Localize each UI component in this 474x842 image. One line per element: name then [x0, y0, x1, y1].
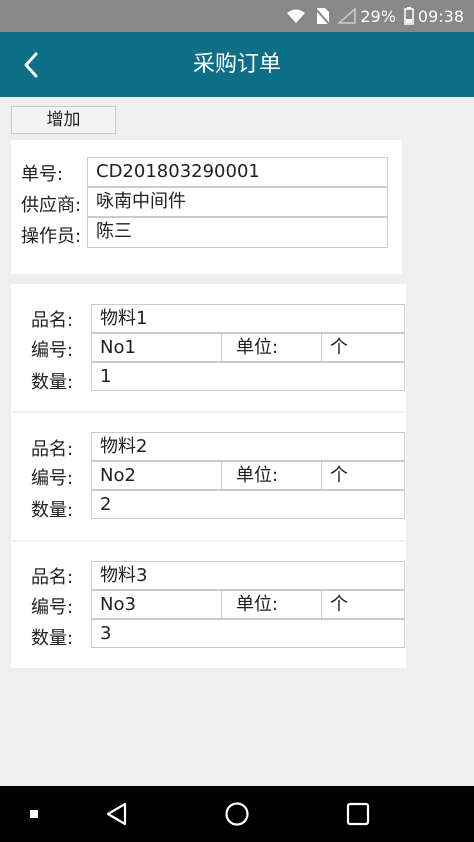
circle-home-icon [225, 802, 249, 826]
order-no-field[interactable]: CD201803290001 [87, 157, 388, 187]
item-qty-label: 数量: [31, 500, 74, 521]
order-no-label: 单号: [21, 164, 64, 185]
nav-home-button[interactable] [221, 786, 253, 842]
page-title: 采购订单 [192, 52, 281, 77]
items-list: 品名: 物料1 编号: No1 单位: 个 数量: 1 品名: 物料2 编号: … [11, 284, 406, 668]
list-item: 品名: 物料1 编号: No1 单位: 个 数量: 1 [11, 284, 406, 412]
item-unit-field[interactable]: 个 [321, 590, 405, 619]
triangle-back-icon [106, 802, 127, 826]
dot-icon [30, 810, 38, 818]
item-code-field[interactable]: No2 [91, 461, 222, 490]
operator-label: 操作员: [21, 226, 82, 247]
item-name-field[interactable]: 物料3 [91, 561, 405, 590]
no-sim-icon [314, 7, 331, 25]
menu-dot-button[interactable] [22, 786, 46, 842]
nav-recents-button[interactable] [342, 786, 374, 842]
item-code-field[interactable]: No3 [91, 590, 222, 619]
supplier-label: 供应商: [21, 195, 82, 216]
operator-field[interactable]: 陈三 [87, 217, 388, 248]
signal-icon [338, 8, 357, 24]
square-recents-icon [346, 802, 370, 826]
item-name-label: 品名: [31, 310, 74, 331]
item-name-field[interactable]: 物料1 [91, 304, 405, 333]
item-code-label: 编号: [31, 597, 74, 618]
supplier-field[interactable]: 咏南中间件 [87, 187, 388, 217]
list-item: 品名: 物料2 编号: No2 单位: 个 数量: 2 [11, 413, 406, 541]
item-code-label: 编号: [31, 340, 74, 361]
nav-back-button[interactable] [100, 786, 132, 842]
item-qty-field[interactable]: 1 [91, 362, 405, 391]
battery-percent: 29% [360, 6, 396, 26]
item-unit-label: 单位: [222, 333, 322, 362]
item-code-field[interactable]: No1 [91, 333, 222, 362]
add-button[interactable]: 增加 [11, 106, 116, 134]
system-nav-bar [0, 786, 474, 842]
item-unit-field[interactable]: 个 [321, 461, 405, 490]
clock: 09:38 [417, 6, 464, 26]
order-header-card: 单号: CD201803290001 供应商: 咏南中间件 操作员: 陈三 [11, 140, 402, 274]
item-unit-field[interactable]: 个 [321, 333, 405, 362]
battery-icon [404, 7, 414, 25]
item-unit-label: 单位: [222, 461, 322, 490]
wifi-icon [286, 8, 306, 24]
item-qty-label: 数量: [31, 628, 74, 649]
item-qty-field[interactable]: 2 [91, 490, 405, 519]
item-code-label: 编号: [31, 468, 74, 489]
status-bar: 29% 09:38 [0, 0, 474, 32]
item-name-label: 品名: [31, 439, 74, 460]
item-name-field[interactable]: 物料2 [91, 432, 405, 461]
item-name-label: 品名: [31, 567, 74, 588]
item-unit-label: 单位: [222, 590, 322, 619]
item-qty-label: 数量: [31, 372, 74, 393]
app-bar: 采购订单 [0, 32, 474, 97]
item-qty-field[interactable]: 3 [91, 619, 405, 648]
list-item: 品名: 物料3 编号: No3 单位: 个 数量: 3 [11, 542, 406, 670]
